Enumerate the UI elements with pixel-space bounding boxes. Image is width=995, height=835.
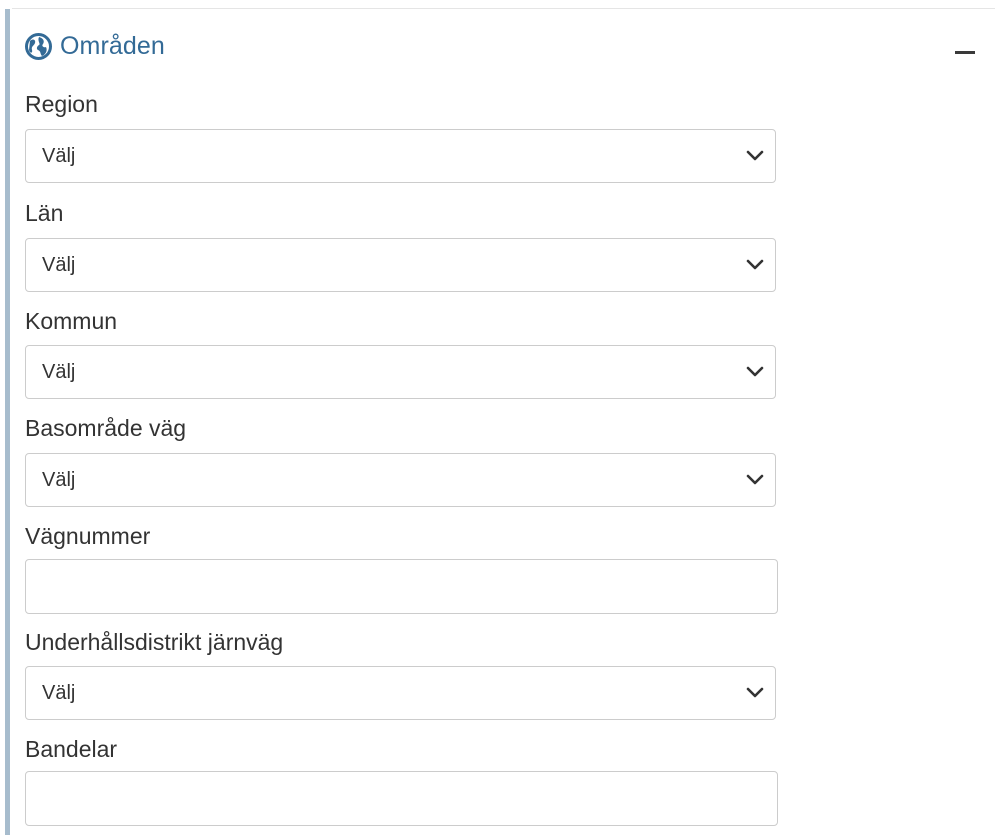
basomrade-vag-select-value: Välj	[42, 469, 76, 491]
panel-title: Områden	[60, 32, 165, 60]
kommun-select[interactable]: Välj	[25, 345, 776, 399]
chevron-down-icon	[746, 366, 764, 377]
region-label: Region	[25, 91, 98, 117]
region-select-value: Välj	[42, 145, 76, 167]
vagnummer-label: Vägnummer	[25, 523, 151, 549]
lan-label: Län	[25, 200, 64, 226]
chevron-down-icon	[746, 259, 764, 270]
region-select[interactable]: Välj	[25, 129, 776, 183]
underhallsdistrikt-jarnvag-label: Underhållsdistrikt järnväg	[25, 629, 284, 655]
kommun-select-value: Välj	[42, 361, 76, 383]
vagnummer-input[interactable]	[25, 559, 778, 614]
bandelar-label: Bandelar	[25, 736, 118, 762]
bandelar-input[interactable]	[25, 771, 778, 826]
collapse-button[interactable]	[946, 29, 978, 65]
basomrade-vag-select[interactable]: Välj	[25, 453, 776, 507]
lan-select[interactable]: Välj	[25, 238, 776, 292]
globe-icon	[25, 33, 52, 60]
panel-header[interactable]: Områden	[24, 29, 984, 65]
chevron-down-icon	[746, 687, 764, 698]
basomrade-vag-label: Basområde väg	[25, 415, 187, 441]
page: Områden Region Välj Län Välj Kommun Välj…	[0, 0, 995, 835]
chevron-down-icon	[746, 474, 764, 485]
underhallsdistrikt-jarnvag-select-value: Välj	[42, 682, 76, 704]
kommun-label: Kommun	[25, 308, 118, 334]
panel-accent-bar	[5, 9, 10, 835]
minus-icon	[955, 51, 975, 54]
lan-select-value: Välj	[42, 254, 76, 276]
underhallsdistrikt-jarnvag-select[interactable]: Välj	[25, 666, 776, 720]
chevron-down-icon	[746, 150, 764, 161]
